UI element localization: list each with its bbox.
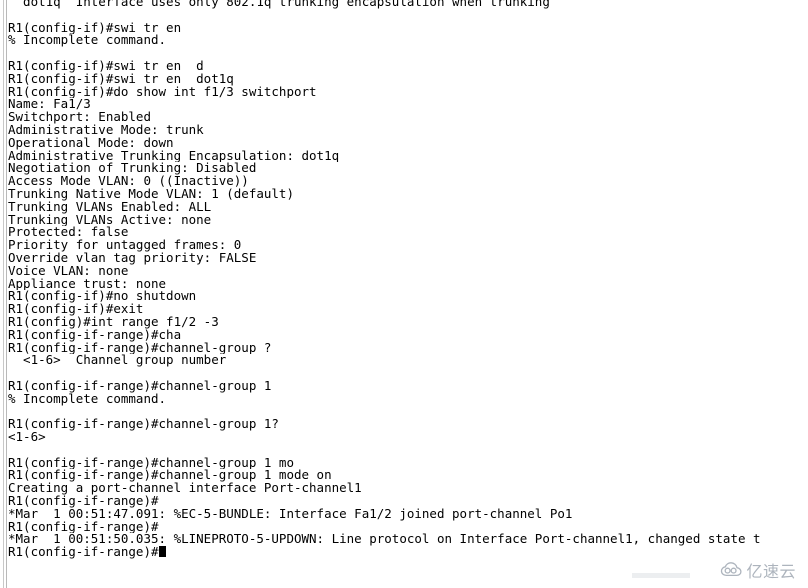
terminal-line: *Mar 1 00:51:47.091: %EC-5-BUNDLE: Inter… [8,507,573,521]
terminal-line: dot1q Interface uses only 802.1q trunkin… [8,0,550,9]
terminal-line: <1-6> [8,431,46,444]
terminal-line: Creating a port-channel interface Port-c… [8,482,362,496]
terminal-line: R1(config-if-range)#channel-group 1? [8,418,279,432]
terminal-line: % Incomplete command. [8,392,167,406]
terminal-line: Trunking Native Mode VLAN: 1 (default) [8,187,294,201]
terminal-line: Name: Fa1/3 [8,98,91,112]
watermark-text: 亿速云 [746,562,796,581]
terminal-line: R1(config-if-range)#channel-group 1 mode… [8,469,332,483]
terminal-line: <1-6> Channel group number [8,354,227,368]
terminal-line: R1(config-if-range)# [8,495,159,508]
terminal-line: Administrative Mode: trunk [8,123,204,137]
terminal-line: Operational Mode: down [8,136,174,150]
terminal-line: R1(config-if)#swi tr en d [8,59,204,73]
terminal-line: *Mar 1 00:51:50.035: %LINEPROTO-5-UPDOWN… [8,533,761,547]
terminal-line: R1(config-if)#no shutdown [8,290,197,304]
terminal-line: R1(config-if)#do show int f1/3 switchpor… [8,85,317,99]
terminal-line: Access Mode VLAN: 0 ((Inactive)) [8,175,249,188]
terminal-line: R1(config-if)#exit [8,303,144,316]
terminal-line: R1(config-if-range)#cha [8,328,182,342]
terminal-line: Override vlan tag priority: FALSE [8,251,257,265]
terminal-line: R1(config)#int range f1/2 -3 [8,315,219,329]
text-cursor [158,546,167,558]
terminal-line: R1(config-if-range)#channel-group ? [8,341,272,355]
window-left-edge [0,0,7,588]
terminal-line: Protected: false [8,226,129,240]
watermark-underline [632,573,690,578]
terminal-line: Appliance trust: none [8,277,167,291]
terminal-line: Negotiation of Trunking: Disabled [8,162,257,176]
terminal-window: dot1q Interface uses only 802.1q trunkin… [0,0,808,588]
terminal-line: % Incomplete command. [8,34,167,48]
terminal-output[interactable]: dot1q Interface uses only 802.1q trunkin… [8,0,808,588]
terminal-line: Trunking VLANs Active: none [8,213,212,227]
terminal-line: Administrative Trunking Encapsulation: d… [8,149,340,163]
terminal-line: R1(config-if-range)# [8,520,159,534]
terminal-line: Switchport: Enabled [8,111,151,124]
terminal-line: R1(config-if)#swi tr en dot1q [8,72,234,86]
terminal-line: R1(config-if)#swi tr en [8,21,182,35]
terminal-line: R1(config-if-range)# [8,546,808,559]
cloud-icon [720,562,743,578]
terminal-line: R1(config-if-range)#channel-group 1 mo [8,456,294,470]
terminal-line: Trunking VLANs Enabled: ALL [8,200,212,214]
terminal-line: R1(config-if-range)#channel-group 1 [8,379,272,393]
watermark: 亿速云 [720,558,796,582]
terminal-line: Voice VLAN: none [8,264,129,278]
terminal-line: Priority for untagged frames: 0 [8,239,242,252]
